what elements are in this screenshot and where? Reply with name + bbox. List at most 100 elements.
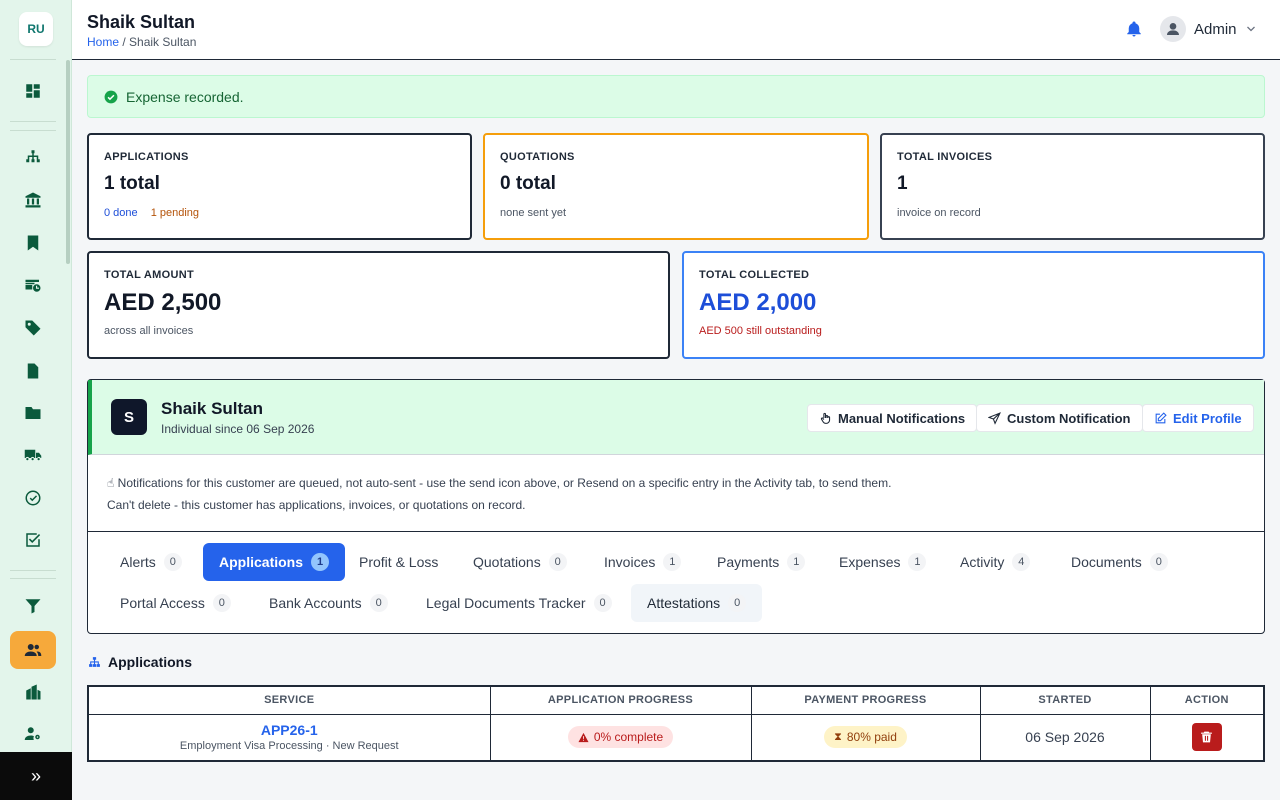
- sidebar: RU »: [0, 0, 72, 800]
- sidebar-item-bookmarks[interactable]: [10, 224, 56, 262]
- filter-icon: [25, 599, 41, 614]
- success-alert: Expense recorded.: [87, 75, 1265, 118]
- tab-documents[interactable]: Documents 0: [1055, 543, 1184, 581]
- tab-attestations[interactable]: Attestations 0: [631, 584, 763, 622]
- column-header-started[interactable]: STARTED: [980, 686, 1151, 715]
- sidebar-item-organization[interactable]: [10, 138, 56, 176]
- send-icon: [988, 411, 1001, 425]
- total-amount-card: TOTAL AMOUNT AED 2,500 across all invoic…: [87, 251, 670, 359]
- breadcrumb: Home / Shaik Sultan: [87, 35, 196, 49]
- sidebar-item-leads[interactable]: [10, 587, 56, 625]
- card-value: AED 2,500: [104, 289, 222, 316]
- expand-sidebar-button[interactable]: »: [0, 752, 72, 800]
- card-sub: across all invoices: [104, 325, 194, 337]
- top-header: Shaik Sultan Home / Shaik Sultan Admin: [72, 0, 1280, 60]
- divider: [88, 531, 1264, 532]
- pointer-icon: [820, 412, 831, 424]
- column-header-payment-progress[interactable]: PAYMENT PROGRESS: [751, 686, 981, 715]
- sidebar-divider: [10, 130, 56, 131]
- quotations-card: QUOTATIONS 0 total none sent yet: [483, 133, 869, 240]
- tab-label: Attestations: [647, 595, 721, 611]
- breadcrumb-current: Shaik Sultan: [129, 35, 197, 49]
- notification-notice: ☝ Notifications for this customer are qu…: [107, 476, 891, 490]
- bookmark-icon: [27, 235, 39, 251]
- tab-count: 1: [311, 553, 330, 571]
- breadcrumb-home-link[interactable]: Home: [87, 35, 119, 49]
- tab-invoices[interactable]: Invoices 1: [588, 543, 697, 581]
- tab-payments[interactable]: Payments 1: [701, 543, 821, 581]
- tab-label: Documents: [1071, 554, 1142, 570]
- app-logo[interactable]: RU: [19, 12, 53, 46]
- sidebar-item-pricing[interactable]: [10, 309, 56, 347]
- dashboard-icon: [26, 84, 40, 98]
- sidebar-divider: [10, 59, 56, 60]
- user-settings-icon: [24, 727, 40, 740]
- column-header-application-progress[interactable]: APPLICATION PROGRESS: [490, 686, 752, 715]
- outstanding-text: AED 500 still outstanding: [699, 325, 822, 337]
- hierarchy-icon: [89, 656, 100, 667]
- table-header-row: SERVICE APPLICATION PROGRESS PAYMENT PRO…: [88, 686, 1264, 715]
- column-header-service[interactable]: SERVICE: [88, 686, 491, 715]
- tab-bank-accounts[interactable]: Bank Accounts 0: [253, 584, 404, 622]
- card-label: TOTAL AMOUNT: [104, 269, 194, 281]
- sidebar-item-documents[interactable]: [10, 352, 56, 390]
- table-row: APP26-1 Employment Visa Processing · New…: [88, 714, 1264, 761]
- sidebar-item-approvals[interactable]: [10, 479, 56, 517]
- tab-portal-access[interactable]: Portal Access 0: [104, 584, 247, 622]
- folder-icon: [25, 407, 41, 419]
- card-label: QUOTATIONS: [500, 151, 575, 163]
- card-value: 1 total: [104, 173, 160, 194]
- tab-legal-documents-tracker[interactable]: Legal Documents Tracker 0: [410, 584, 628, 622]
- tab-label: Invoices: [604, 554, 656, 570]
- card-label: APPLICATIONS: [104, 151, 189, 163]
- section-title-text: Applications: [108, 654, 193, 670]
- applications-table: SERVICE APPLICATION PROGRESS PAYMENT PRO…: [87, 685, 1265, 762]
- sidebar-item-dashboard[interactable]: [10, 72, 56, 110]
- card-value: 1: [897, 173, 908, 194]
- sidebar-item-team[interactable]: [10, 715, 56, 753]
- hourglass-icon: ⧗: [834, 730, 842, 743]
- customer-since: Individual since 06 Sep 2026: [161, 422, 315, 436]
- tab-profit-loss[interactable]: Profit & Loss: [343, 543, 454, 581]
- tab-activity[interactable]: Activity 4: [944, 543, 1046, 581]
- sidebar-scrollbar[interactable]: [66, 60, 70, 264]
- tab-count: 1: [663, 553, 682, 571]
- application-link[interactable]: APP26-1: [89, 722, 490, 738]
- tag-icon: [25, 320, 41, 336]
- sidebar-item-billing[interactable]: [10, 266, 56, 304]
- application-progress-badge: 0% complete: [567, 726, 674, 749]
- custom-notification-button[interactable]: Custom Notification: [976, 404, 1143, 432]
- tab-label: Expenses: [839, 554, 901, 570]
- customer-profile-panel: S Shaik Sultan Individual since 06 Sep 2…: [87, 379, 1265, 634]
- tab-applications[interactable]: Applications 1: [203, 543, 346, 581]
- user-avatar: [1160, 16, 1186, 42]
- sidebar-item-banks[interactable]: [10, 181, 56, 219]
- applications-card: APPLICATIONS 1 total 0 done 1 pending: [87, 133, 472, 240]
- tab-count: 0: [369, 594, 388, 612]
- edit-icon: [1155, 411, 1167, 423]
- application-description: Employment Visa Processing · New Request: [179, 740, 399, 753]
- check-circle-icon: [104, 90, 118, 103]
- user-menu[interactable]: Admin: [1160, 16, 1257, 42]
- tab-count: 1: [908, 553, 927, 571]
- bell-icon[interactable]: [1125, 19, 1143, 39]
- edit-profile-button[interactable]: Edit Profile: [1142, 404, 1254, 432]
- tab-alerts[interactable]: Alerts 0: [104, 543, 198, 581]
- tab-quotations[interactable]: Quotations 0: [457, 543, 583, 581]
- document-icon: [27, 363, 39, 379]
- badge-text: 80% paid: [846, 730, 897, 745]
- tab-label: Alerts: [120, 554, 156, 570]
- manual-notifications-button[interactable]: Manual Notifications: [807, 404, 978, 432]
- delete-button[interactable]: [1191, 723, 1222, 752]
- sidebar-item-customers[interactable]: [10, 631, 56, 669]
- tab-expenses[interactable]: Expenses 1: [823, 543, 942, 581]
- truck-icon: [24, 449, 42, 461]
- card-sub: none sent yet: [500, 207, 567, 219]
- card-value: 0 total: [500, 173, 556, 194]
- sidebar-item-reports[interactable]: [10, 673, 56, 711]
- sidebar-item-files[interactable]: [10, 394, 56, 432]
- card-label: TOTAL COLLECTED: [699, 269, 810, 281]
- tab-count: 0: [548, 553, 567, 571]
- sidebar-item-tasks[interactable]: [10, 521, 56, 559]
- sidebar-item-delivery[interactable]: [10, 436, 56, 474]
